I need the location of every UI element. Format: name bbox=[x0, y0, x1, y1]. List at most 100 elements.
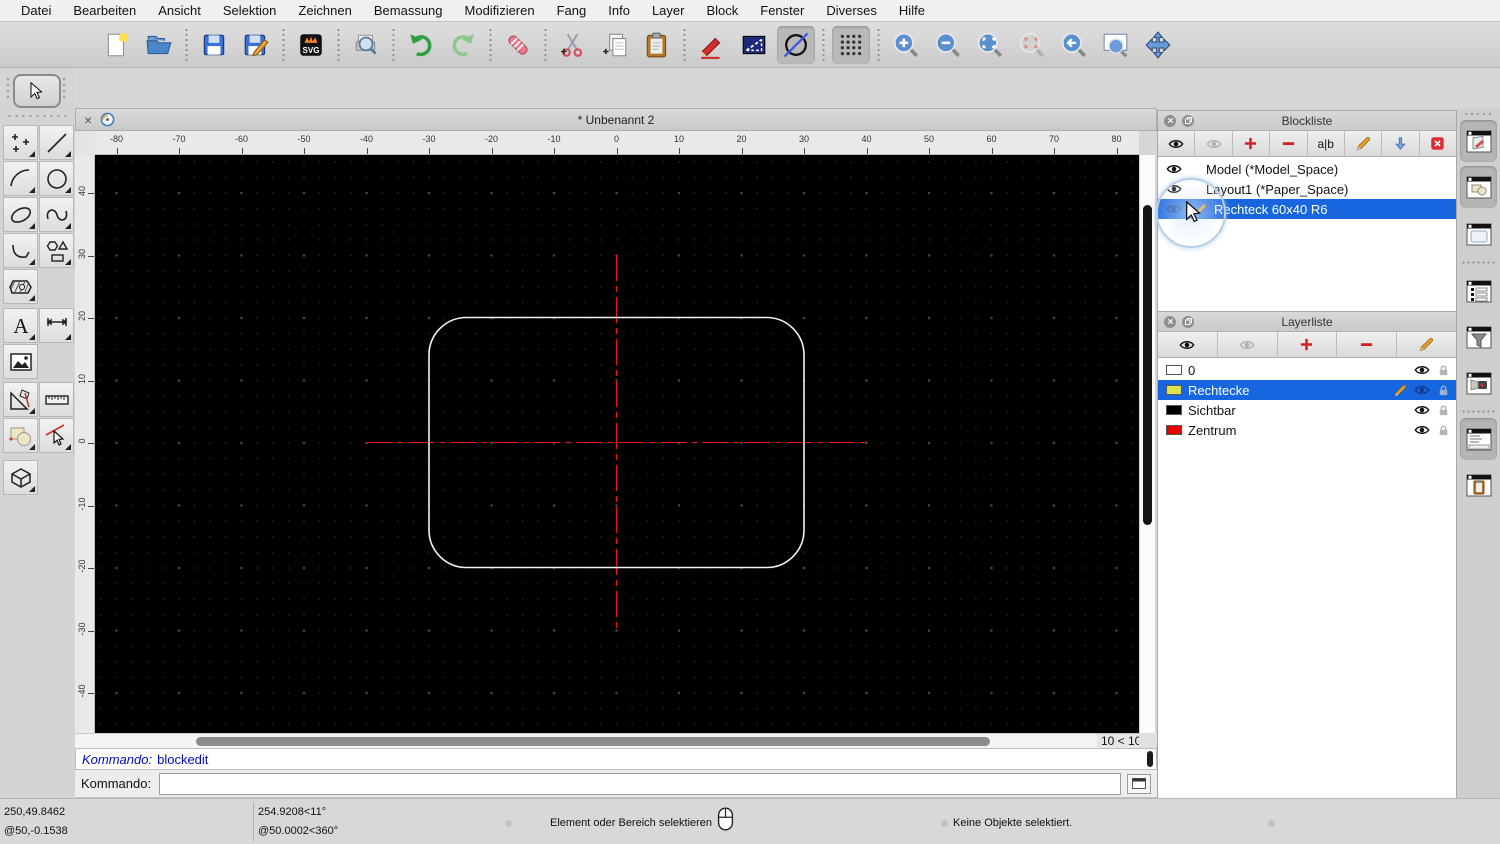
menu-block[interactable]: Block bbox=[695, 3, 749, 18]
measure-tool[interactable] bbox=[3, 382, 38, 417]
new-document-button[interactable] bbox=[98, 26, 136, 64]
dimension-tool[interactable] bbox=[39, 308, 74, 343]
zoom-out-button[interactable] bbox=[929, 26, 967, 64]
hide-all-blocks-button[interactable] bbox=[1195, 131, 1233, 156]
command-input[interactable] bbox=[159, 772, 1121, 795]
zoom-previous-button[interactable] bbox=[1013, 26, 1051, 64]
save-button[interactable] bbox=[195, 26, 233, 64]
layer-list-float-button[interactable] bbox=[1182, 315, 1194, 328]
layer-row-sichtbar[interactable]: Sichtbar bbox=[1158, 400, 1456, 420]
undo-button[interactable] bbox=[402, 26, 440, 64]
print-preview-button[interactable] bbox=[347, 26, 385, 64]
edit-block-button[interactable] bbox=[1344, 131, 1383, 156]
save-as-button[interactable] bbox=[237, 26, 275, 64]
layer-list-titlebar[interactable]: Layerliste bbox=[1158, 312, 1456, 332]
delete-button[interactable] bbox=[499, 26, 537, 64]
zoom-in-button[interactable] bbox=[887, 26, 925, 64]
canvas-vertical-scrollbar[interactable] bbox=[1139, 155, 1155, 733]
clipboard-dock-button[interactable] bbox=[1460, 464, 1497, 506]
command-options-button[interactable] bbox=[1127, 773, 1151, 794]
redo-button[interactable] bbox=[444, 26, 482, 64]
text-tool[interactable]: A bbox=[3, 308, 38, 343]
lock-icon[interactable] bbox=[1437, 404, 1450, 417]
image-tool[interactable] bbox=[3, 344, 38, 379]
polyline-tool[interactable] bbox=[3, 233, 38, 268]
hide-all-layers-button[interactable] bbox=[1217, 332, 1278, 357]
block-list-titlebar[interactable]: Blockliste bbox=[1158, 111, 1456, 131]
layer-row-0[interactable]: 0 bbox=[1158, 360, 1456, 380]
remove-block-button[interactable] bbox=[1270, 131, 1308, 156]
add-layer-button[interactable] bbox=[1277, 332, 1338, 357]
modify-dock-button[interactable] bbox=[1460, 166, 1497, 208]
close-tab-icon[interactable]: × bbox=[84, 112, 92, 128]
drag-handle[interactable] bbox=[62, 76, 66, 102]
menu-bemassung[interactable]: Bemassung bbox=[363, 3, 454, 18]
library-dock-button[interactable] bbox=[1460, 270, 1497, 312]
modify-tool[interactable] bbox=[3, 418, 38, 453]
eye-icon[interactable] bbox=[1166, 161, 1182, 177]
modify-attributes-tool[interactable] bbox=[39, 418, 74, 453]
menu-modifizieren[interactable]: Modifizieren bbox=[454, 3, 546, 18]
zoom-pan-button[interactable] bbox=[1139, 26, 1177, 64]
menu-selektion[interactable]: Selektion bbox=[212, 3, 287, 18]
remove-layer-button[interactable] bbox=[1337, 332, 1398, 357]
layer-row-rechtecke[interactable]: Rechtecke bbox=[1158, 380, 1456, 400]
menu-fenster[interactable]: Fenster bbox=[749, 3, 815, 18]
lock-icon[interactable] bbox=[1437, 364, 1450, 377]
points-tool[interactable] bbox=[3, 125, 38, 160]
arc-tool[interactable] bbox=[3, 161, 38, 196]
preview-dock-button[interactable] bbox=[1460, 213, 1497, 255]
edit-layer-button[interactable] bbox=[1397, 332, 1456, 357]
command-history-scrollbar[interactable] bbox=[1147, 751, 1153, 767]
open-file-button[interactable] bbox=[140, 26, 178, 64]
insert-block-button[interactable] bbox=[1382, 131, 1420, 156]
block-edit-dock-button[interactable] bbox=[1460, 120, 1497, 162]
drawing-canvas[interactable] bbox=[95, 155, 1139, 733]
projection-dock-button[interactable] bbox=[1460, 362, 1497, 404]
h-scroll-thumb[interactable] bbox=[196, 737, 990, 746]
show-all-blocks-button[interactable] bbox=[1158, 131, 1196, 156]
copy-button[interactable] bbox=[596, 26, 634, 64]
lock-icon[interactable] bbox=[1437, 384, 1450, 397]
menu-layer[interactable]: Layer bbox=[641, 3, 696, 18]
menu-info[interactable]: Info bbox=[597, 3, 641, 18]
polygon-tool[interactable] bbox=[39, 233, 74, 268]
block-list-float-button[interactable] bbox=[1182, 114, 1194, 127]
grid-toggle-button[interactable] bbox=[832, 25, 870, 64]
line-tool[interactable] bbox=[39, 125, 74, 160]
zoom-auto-button[interactable] bbox=[971, 26, 1009, 64]
add-block-button[interactable] bbox=[1232, 131, 1271, 156]
draw-pencil-button[interactable] bbox=[693, 26, 731, 64]
command-dock-button[interactable] bbox=[1460, 418, 1497, 460]
lock-icon[interactable] bbox=[1437, 424, 1450, 437]
drag-handle[interactable] bbox=[1463, 112, 1493, 116]
line-box-button[interactable] bbox=[735, 26, 773, 64]
eye-icon[interactable] bbox=[1414, 422, 1430, 438]
v-scroll-thumb[interactable] bbox=[1143, 205, 1152, 525]
filter-dock-button[interactable] bbox=[1460, 316, 1497, 358]
circle-tool[interactable] bbox=[39, 161, 74, 196]
draft-mode-button[interactable] bbox=[777, 25, 815, 64]
paste-button[interactable] bbox=[638, 26, 676, 64]
eye-icon[interactable] bbox=[1414, 402, 1430, 418]
zoom-back-button[interactable] bbox=[1055, 26, 1093, 64]
hatch-tool[interactable] bbox=[3, 269, 38, 304]
menu-ansicht[interactable]: Ansicht bbox=[147, 3, 212, 18]
spline-tool[interactable] bbox=[39, 197, 74, 232]
ellipse-tool[interactable] bbox=[3, 197, 38, 232]
block-row-model[interactable]: Model (*Model_Space) bbox=[1158, 159, 1456, 179]
rename-block-button[interactable]: a|b bbox=[1307, 131, 1345, 156]
ruler-tool[interactable] bbox=[39, 382, 74, 417]
drag-handle[interactable] bbox=[6, 114, 68, 118]
eye-icon[interactable] bbox=[1414, 382, 1430, 398]
layer-list-close-button[interactable] bbox=[1164, 315, 1176, 328]
zoom-window-button[interactable] bbox=[1097, 26, 1135, 64]
show-all-layers-button[interactable] bbox=[1158, 332, 1218, 357]
menu-diverses[interactable]: Diverses bbox=[815, 3, 888, 18]
block-list-close-button[interactable] bbox=[1164, 114, 1176, 127]
canvas-horizontal-scrollbar[interactable]: 10 < 100 bbox=[75, 733, 1157, 748]
svg-export-button[interactable]: SVG bbox=[292, 26, 330, 64]
drawing-window-titlebar[interactable]: × * Unbenannt 2 bbox=[75, 108, 1157, 131]
menu-datei[interactable]: Datei bbox=[10, 3, 62, 18]
eye-icon[interactable] bbox=[1414, 362, 1430, 378]
